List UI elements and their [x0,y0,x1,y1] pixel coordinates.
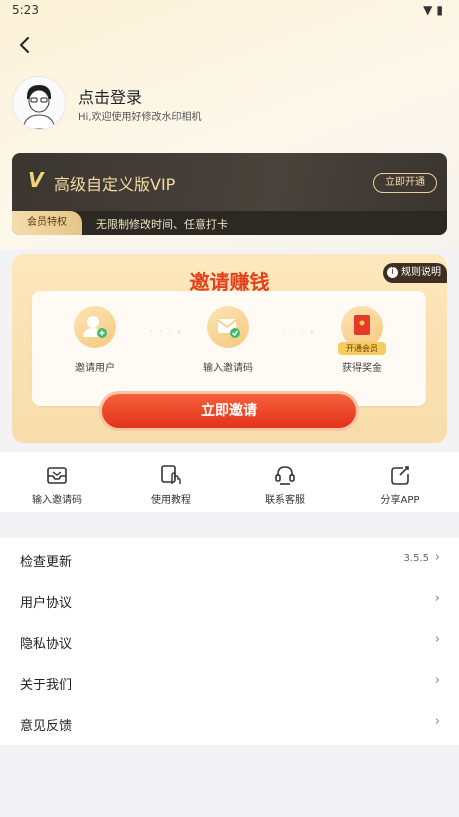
red-envelope-icon: 开通会员 [338,306,386,355]
invite-now-button[interactable]: 立即邀请 [102,394,356,428]
envelope-check-icon [207,306,249,348]
menu-feedback[interactable]: 意见反馈 › [0,702,459,743]
status-bar: 5:23 ▼▮ [0,0,459,22]
vip-title: 高级自定义版VIP [54,175,176,194]
rules-label: 规则说明 [401,267,441,278]
chevron-right-icon: › [434,591,440,606]
vip-open-button[interactable]: 立即开通 [373,173,437,193]
step-label: 邀请用户 [75,363,115,374]
login-title[interactable]: 点击登录 [78,84,142,108]
vip-privilege-tag: 会员特权 [12,211,82,235]
step-label: 获得奖金 [342,363,382,374]
rules-button[interactable]: i 规则说明 [383,263,447,283]
step-get-reward: 开通会员 获得奖金 [317,306,407,374]
tap-icon [161,465,181,484]
menu-label: 隐私协议 [20,637,73,652]
vip-card[interactable]: V 高级自定义版VIP 立即开通 会员特权 无限制修改时间、任意打卡 [12,153,447,235]
quick-label: 联系客服 [265,495,305,506]
share-icon [391,466,409,485]
invite-steps: 邀请用户 · · · › 输入邀请码 · · · › 开通会员 获得奖金 [32,291,426,406]
step-label: 输入邀请码 [203,363,253,374]
quick-actions: 输入邀请码 使用教程 联系客服 分享APP [0,452,459,512]
chevron-right-icon: › [434,673,440,688]
menu-user-agreement[interactable]: 用户协议 › [0,579,459,620]
menu-privacy[interactable]: 隐私协议 › [0,620,459,661]
menu-label: 检查更新 [20,555,73,570]
arrow-dots-icon: · · · › [150,327,183,336]
wifi-icon: ▼ [423,3,437,17]
quick-support[interactable]: 联系客服 [245,462,325,506]
invite-card: 邀请赚钱 i 规则说明 邀请用户 · · · › 输入邀请码 · · · › 开通… [12,254,447,443]
menu-check-update[interactable]: 检查更新 3.5.5 › [0,538,459,579]
battery-icon: ▮ [436,3,447,17]
vip-badge: 开通会员 [338,342,386,355]
menu-label: 意见反馈 [20,719,73,734]
quick-enter-code[interactable]: 输入邀请码 [17,462,97,506]
quick-label: 分享APP [380,495,420,506]
vip-v-icon: V [28,168,44,192]
step-invite-user: 邀请用户 [50,306,140,374]
status-time: 5:23 [12,3,39,17]
settings-list: 检查更新 3.5.5 › 用户协议 › 隐私协议 › 关于我们 › 意见反馈 › [0,538,459,745]
step-enter-code: 输入邀请码 [183,306,273,374]
menu-about[interactable]: 关于我们 › [0,661,459,702]
vip-privilege-desc: 无限制修改时间、任意打卡 [96,218,228,231]
chevron-right-icon: › [434,550,440,565]
quick-label: 使用教程 [151,495,191,506]
welcome-subtitle: Hi,欢迎使用好修改水印相机 [78,112,202,123]
user-avatar-icon [13,77,65,129]
quick-label: 输入邀请码 [32,495,82,506]
avatar[interactable] [12,76,66,130]
quick-tutorial[interactable]: 使用教程 [131,462,211,506]
info-icon: i [387,266,398,278]
back-arrow-icon[interactable] [14,34,36,56]
status-icons: ▼▮ [423,3,447,17]
arrow-dots-icon: · · · › [283,327,316,336]
quick-share[interactable]: 分享APP [360,462,440,506]
inbox-icon [47,467,67,484]
headset-icon [275,466,295,485]
menu-label: 关于我们 [20,678,73,693]
menu-label: 用户协议 [20,596,73,611]
chevron-right-icon: › [434,632,440,647]
add-user-icon [74,306,116,348]
version-value: 3.5.5 [403,553,429,564]
vip-privilege-bar: 会员特权 无限制修改时间、任意打卡 [12,211,447,235]
chevron-right-icon: › [434,714,440,729]
